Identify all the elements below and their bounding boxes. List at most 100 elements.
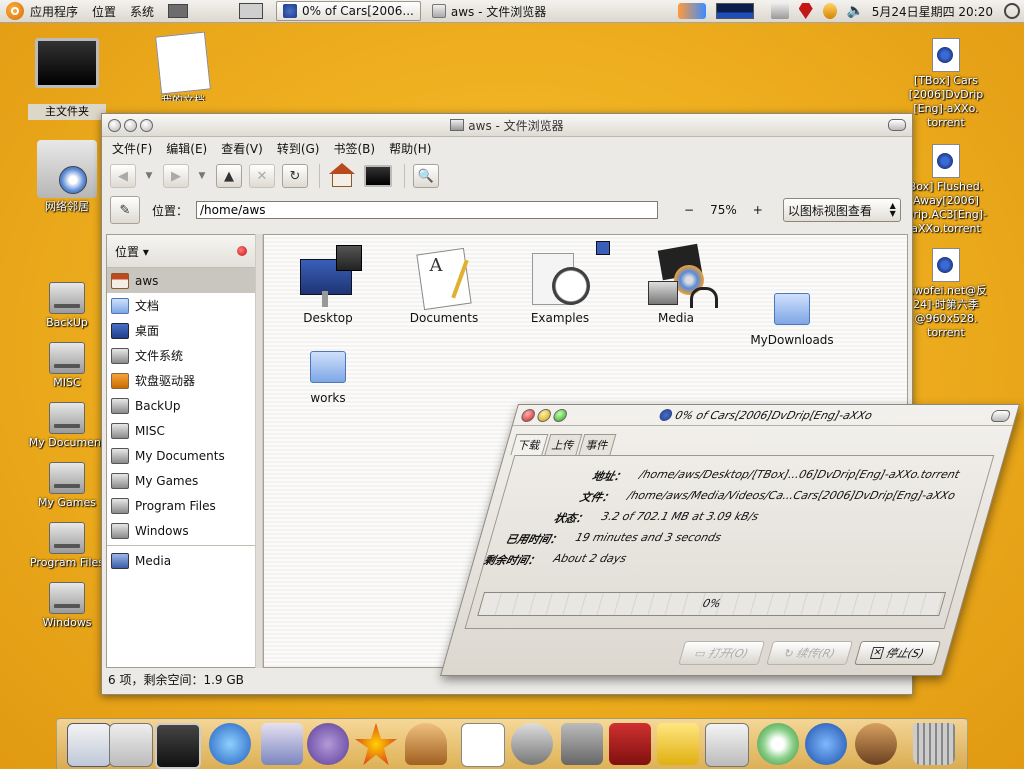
desktop-icon-misc[interactable]: MISC bbox=[28, 342, 106, 390]
back-button[interactable]: ◀ bbox=[110, 164, 136, 188]
desktop-icon-home[interactable]: 主文件夹 bbox=[28, 38, 106, 120]
menu-system[interactable]: 系统 bbox=[130, 3, 154, 20]
dock-dictionary-icon[interactable] bbox=[609, 723, 651, 765]
up-button[interactable]: ▲ bbox=[216, 164, 242, 188]
sidebar-item-backup[interactable]: BackUp bbox=[107, 393, 255, 418]
dock-terminal-icon[interactable] bbox=[155, 723, 201, 769]
reload-button[interactable]: ↻ bbox=[282, 164, 308, 188]
dock-gimp-icon[interactable] bbox=[855, 723, 897, 765]
back-history-dropdown[interactable]: ▼ bbox=[143, 171, 155, 181]
sidebar-item-filesystem[interactable]: 文件系统 bbox=[107, 343, 255, 368]
minimize-window-button[interactable] bbox=[535, 409, 553, 422]
dock-dxf-icon[interactable] bbox=[355, 723, 397, 765]
dock-text-editor-icon[interactable] bbox=[461, 723, 505, 767]
open-button[interactable]: ▭ 打开(O) bbox=[678, 641, 766, 665]
maximize-window-button[interactable] bbox=[551, 409, 569, 422]
menu-go[interactable]: 转到(G) bbox=[277, 140, 320, 157]
sidebar-item-my-games[interactable]: My Games bbox=[107, 468, 255, 493]
file-item-works[interactable]: works bbox=[280, 321, 376, 405]
sidebar-splitter[interactable] bbox=[255, 234, 263, 668]
dock-amule-icon[interactable] bbox=[405, 723, 447, 765]
dock-browser-icon[interactable] bbox=[209, 723, 251, 765]
stop-button[interactable]: ✕ bbox=[249, 164, 275, 188]
taskbar-item-torrent[interactable]: 0% of Cars[2006... bbox=[276, 1, 421, 21]
power-icon[interactable] bbox=[822, 3, 837, 19]
desktop-icon-my-games[interactable]: My Games bbox=[28, 462, 106, 510]
volume-icon[interactable]: 🔈 bbox=[847, 3, 864, 19]
sidebar-item-misc[interactable]: MISC bbox=[107, 418, 255, 443]
dock-pidgin-icon[interactable] bbox=[307, 723, 349, 765]
workspace-2[interactable] bbox=[239, 3, 264, 19]
fish-applet-icon[interactable] bbox=[677, 3, 706, 19]
dock-package-icon[interactable] bbox=[705, 723, 749, 767]
toggle-location-entry-button[interactable]: ✎ bbox=[110, 196, 140, 224]
maximize-window-button[interactable] bbox=[140, 119, 153, 132]
zoom-level[interactable]: 75% bbox=[710, 203, 737, 217]
menu-file[interactable]: 文件(F) bbox=[112, 140, 152, 157]
clock[interactable]: 5月24日星期四 20:20 bbox=[872, 3, 993, 20]
desktop-icon-documents[interactable]: 我的文档 bbox=[140, 31, 226, 101]
dock-music-icon[interactable] bbox=[757, 723, 799, 765]
sidebar-item-program-files[interactable]: Program Files bbox=[107, 493, 255, 518]
minimize-window-button[interactable] bbox=[124, 119, 137, 132]
location-input[interactable] bbox=[196, 201, 659, 219]
desktop-icon-network[interactable]: 网络邻居 bbox=[28, 140, 106, 214]
home-button[interactable] bbox=[328, 163, 356, 189]
ubuntu-logo-icon[interactable] bbox=[6, 2, 24, 20]
sidebar-item-documents[interactable]: 文档 bbox=[107, 293, 255, 318]
stop-button[interactable]: ✕ 停止(S) bbox=[854, 641, 942, 665]
file-item-desktop[interactable]: Desktop bbox=[280, 245, 376, 325]
menu-help[interactable]: 帮助(H) bbox=[389, 140, 431, 157]
dock-trash-icon[interactable] bbox=[913, 723, 955, 765]
dock-notes-icon[interactable] bbox=[657, 723, 699, 765]
menu-applications[interactable]: 应用程序 bbox=[30, 3, 78, 20]
file-item-mydownloads[interactable]: MyDownloads bbox=[744, 245, 840, 347]
menu-bookmarks[interactable]: 书签(B) bbox=[333, 140, 375, 157]
view-mode-select[interactable]: 以图标视图查看 ▲ ▼ bbox=[782, 198, 901, 222]
taskbar-item-file-browser[interactable]: aws - 文件浏览器 bbox=[425, 1, 553, 21]
dock-gnu-icon[interactable] bbox=[511, 723, 553, 765]
menu-edit[interactable]: 编辑(E) bbox=[166, 140, 207, 157]
zoom-out-button[interactable]: − bbox=[684, 203, 694, 217]
ruby-icon[interactable] bbox=[798, 3, 813, 19]
close-window-button[interactable] bbox=[519, 409, 537, 422]
desktop-icon-windows[interactable]: Windows bbox=[28, 582, 106, 630]
menu-places[interactable]: 位置 bbox=[92, 3, 116, 20]
close-window-button[interactable] bbox=[108, 119, 121, 132]
close-sidebar-icon[interactable] bbox=[237, 246, 247, 256]
shade-window-button[interactable] bbox=[888, 119, 906, 131]
menu-view[interactable]: 查看(V) bbox=[221, 140, 263, 157]
tab-upload[interactable]: 上传 bbox=[544, 434, 583, 455]
dock-window-list-icon[interactable] bbox=[109, 723, 153, 767]
shutdown-icon[interactable] bbox=[1004, 3, 1020, 19]
dock-media-player-icon[interactable] bbox=[805, 723, 847, 765]
file-item-documents[interactable]: A Documents bbox=[396, 245, 492, 325]
sidebar-item-floppy[interactable]: 软盘驱动器 bbox=[107, 368, 255, 393]
dock-desktop-switcher-icon[interactable] bbox=[67, 723, 111, 767]
zoom-in-button[interactable]: + bbox=[753, 203, 763, 217]
workspace-1[interactable] bbox=[168, 4, 189, 18]
desktop-icon-torrent-cars[interactable]: [TBox] Cars [2006]DvDrip [Eng]-aXXo. tor… bbox=[904, 38, 988, 130]
desktop-icon-backup[interactable]: BackUp bbox=[28, 282, 106, 330]
search-button[interactable]: 🔍 bbox=[413, 164, 439, 188]
dock-mail-icon[interactable] bbox=[261, 723, 303, 765]
torrent-titlebar[interactable]: 0% of Cars[2006]DvDrip[Eng]-aXXo bbox=[512, 405, 1019, 426]
file-item-examples[interactable]: Examples bbox=[512, 241, 610, 325]
desktop-icon-torrent-flushed[interactable]: Box] Flushed. Away[2006] Drip.AC3[Eng]- … bbox=[904, 144, 988, 236]
sidebar-mode-dropdown[interactable]: 位置 ▾ bbox=[115, 243, 149, 260]
tab-events[interactable]: 事件 bbox=[578, 434, 617, 455]
printer-icon[interactable] bbox=[770, 3, 789, 19]
file-browser-titlebar[interactable]: aws - 文件浏览器 bbox=[102, 114, 912, 137]
forward-history-dropdown[interactable]: ▼ bbox=[196, 171, 208, 181]
file-item-media[interactable]: Media bbox=[628, 243, 724, 325]
dock-xine-icon[interactable] bbox=[561, 723, 603, 765]
forward-button[interactable]: ▶ bbox=[163, 164, 189, 188]
sidebar-item-windows[interactable]: Windows bbox=[107, 518, 255, 543]
sidebar-item-media[interactable]: Media bbox=[107, 548, 255, 573]
desktop-icon-program-files[interactable]: Program Files bbox=[22, 522, 112, 570]
desktop-icon-my-documents[interactable]: My Document bbox=[20, 402, 114, 450]
sidebar-item-desktop[interactable]: 桌面 bbox=[107, 318, 255, 343]
computer-button[interactable] bbox=[364, 165, 392, 187]
sidebar-item-my-documents[interactable]: My Documents bbox=[107, 443, 255, 468]
sidebar-item-aws[interactable]: aws bbox=[107, 268, 255, 293]
